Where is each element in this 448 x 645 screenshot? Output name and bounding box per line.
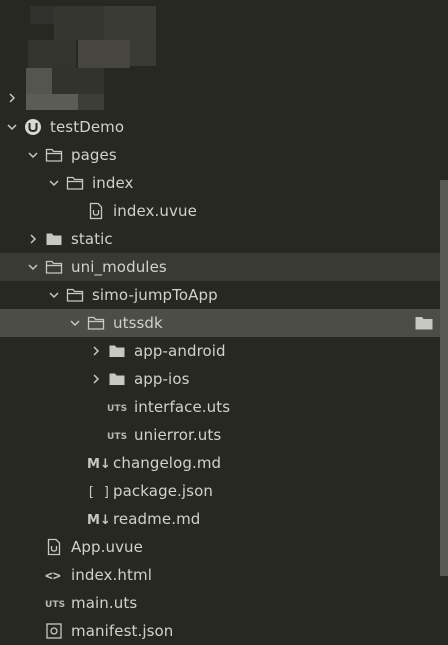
md-badge: M↓ [87,457,110,472]
tree-row-testdemo[interactable]: testDemo [0,113,440,141]
uts-file-icon: UTS [107,432,127,442]
uts-badge: UTS [107,404,127,414]
chevron-down-icon[interactable] [27,261,39,273]
folder-icon [109,373,125,385]
scrollbar-thumb[interactable] [440,180,448,576]
tree-item-label: readme.md [113,510,201,528]
chevron-down-icon[interactable] [27,149,39,161]
uts-file-icon: UTS [107,404,127,414]
uts-file-icon: UTS [45,600,65,610]
tree-row-index-html[interactable]: <> index.html [0,561,440,589]
settings-file-icon [46,623,62,639]
tree-item-label: app-android [134,342,226,360]
json-badge: [ ] [87,485,110,500]
tree-item-label: index [92,174,134,192]
tree-row-index-folder[interactable]: index [0,169,440,197]
tree-row-static[interactable]: static [0,225,440,253]
tree-item-label: unierror.uts [134,426,222,444]
chevron-down-icon[interactable] [69,317,81,329]
chevron-down-icon[interactable] [6,121,18,133]
tree-row-utssdk[interactable]: utssdk [0,309,440,337]
reveal-folder-icon[interactable] [414,314,434,332]
tree-item-label: utssdk [113,314,163,332]
chevron-right-icon[interactable] [27,233,39,245]
tree-row-manifest-json[interactable]: manifest.json [0,617,440,645]
uvue-file-icon [89,202,103,220]
tree-row-app-uvue[interactable]: App.uvue [0,533,440,561]
project-name: testDemo [50,118,125,136]
chevron-right-icon[interactable] [90,373,102,385]
tree-item-label: simo-jumpToApp [92,286,218,304]
folder-open-icon [45,148,63,162]
folder-open-icon [66,288,84,302]
tree-row-changelog-md[interactable]: M↓ changelog.md [0,449,440,477]
tree-row-app-android[interactable]: app-android [0,337,440,365]
tree-row-package-json[interactable]: [ ] package.json [0,477,440,505]
chevron-right-icon[interactable] [90,345,102,357]
project-explorer-tree: testDemo pages index index.uvue static u… [0,0,440,640]
tree-item-label: main.uts [71,594,138,612]
project-logo-icon [25,119,41,135]
md-badge: M↓ [87,513,110,528]
tree-row-uni-modules[interactable]: uni_modules [0,253,440,281]
folder-icon [109,345,125,357]
tree-row-readme-md[interactable]: M↓ readme.md [0,505,440,533]
tree-row-main-uts[interactable]: UTS main.uts [0,589,440,617]
tree-row-pages[interactable]: pages [0,141,440,169]
chevron-right-icon[interactable] [6,92,18,104]
uts-badge: UTS [107,432,127,442]
tree-item-label: interface.uts [134,398,231,416]
tree-row-app-ios[interactable]: app-ios [0,365,440,393]
tree-item-label: changelog.md [113,454,222,472]
html-file-icon: <> [45,569,61,584]
tree-row-index-uvue[interactable]: index.uvue [0,197,440,225]
tree-row-simo-jumptoapp[interactable]: simo-jumpToApp [0,281,440,309]
folder-open-icon [45,260,63,274]
html-badge: <> [45,569,61,584]
tree-item-label: index.html [71,566,152,584]
tree-item-label: package.json [113,482,213,500]
tree-item-label: index.uvue [113,202,197,220]
chevron-down-icon[interactable] [48,177,60,189]
tree-item-label: App.uvue [71,538,143,556]
markdown-file-icon: M↓ [87,513,110,528]
markdown-file-icon: M↓ [87,457,110,472]
json-file-icon: [ ] [87,485,110,500]
tree-item-label: pages [71,146,117,164]
tree-item-label: uni_modules [71,258,167,276]
folder-open-icon [66,176,84,190]
tree-row-collapsed-project[interactable] [0,84,440,112]
folder-open-icon [87,316,105,330]
tree-item-label: static [71,230,113,248]
uvue-file-icon [47,538,61,556]
tree-item-label: manifest.json [71,622,174,640]
tree-row-unierror-uts[interactable]: UTS unierror.uts [0,421,440,449]
tree-item-label: app-ios [134,370,190,388]
uts-badge: UTS [45,600,65,610]
folder-icon [46,233,62,245]
tree-row-interface-uts[interactable]: UTS interface.uts [0,393,440,421]
chevron-down-icon[interactable] [48,289,60,301]
